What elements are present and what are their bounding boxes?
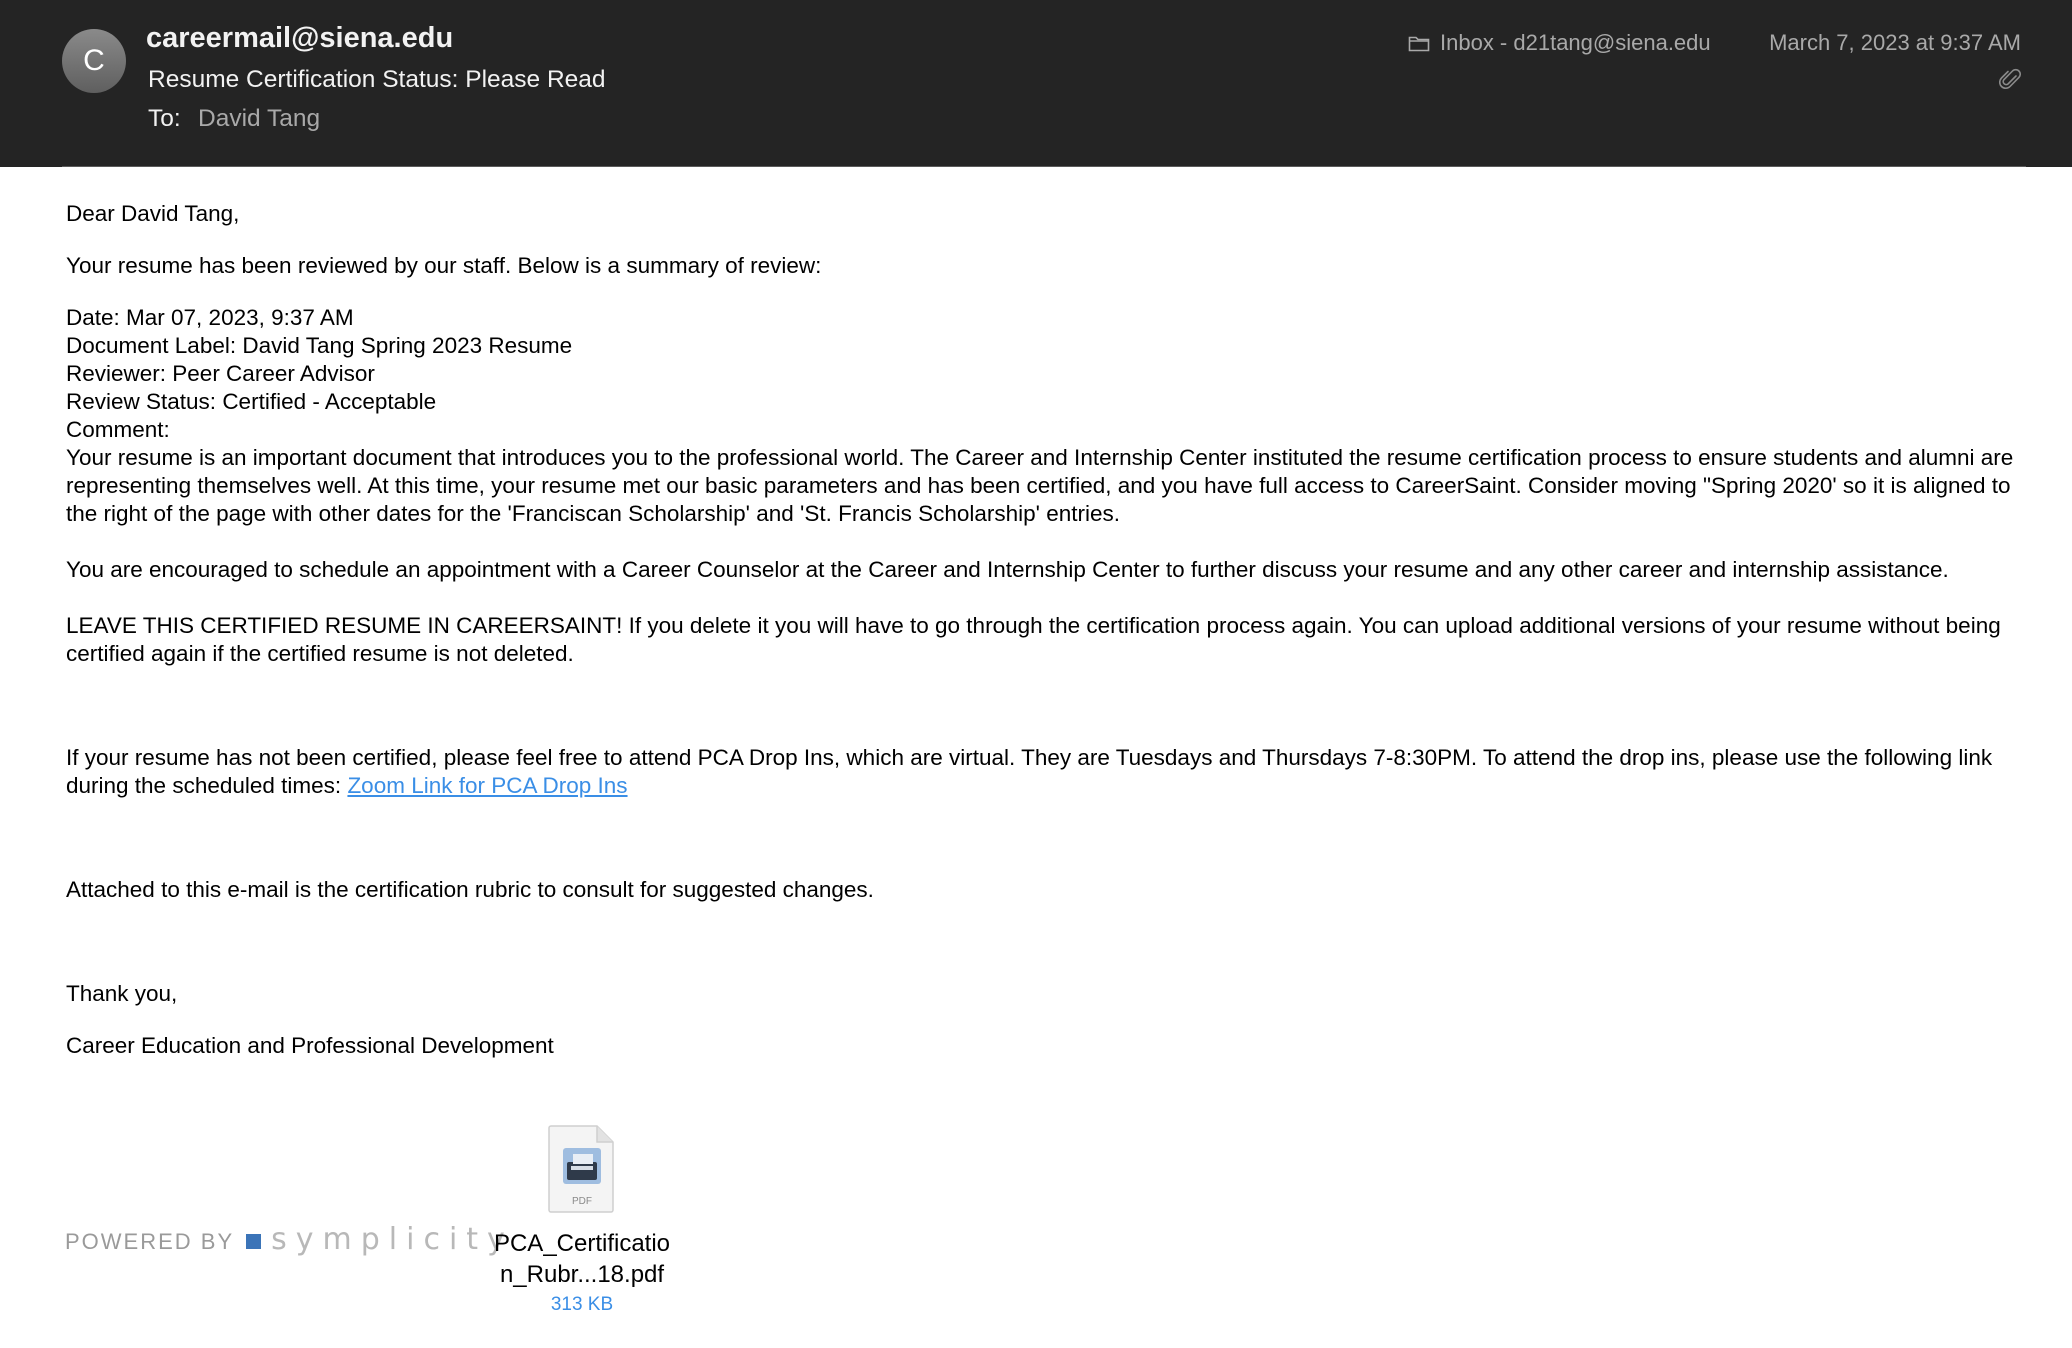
header-divider [62,166,2026,167]
attached-note: Attached to this e-mail is the certifica… [66,877,874,902]
mailbox-location[interactable]: Inbox - d21tang@siena.edu [1408,30,1711,56]
review-date: Date: Mar 07, 2023, 9:37 AM [66,305,354,330]
symplicity-logo-square [246,1234,262,1249]
attachment-filename-line1: PCA_Certificatio [493,1230,671,1257]
message-date: March 7, 2023 at 9:37 AM [1769,30,2021,55]
thanks: Thank you, [66,981,178,1006]
svg-text:PDF: PDF [572,1196,592,1207]
zoom-link[interactable]: Zoom Link for PCA Drop Ins [347,773,627,798]
document-label: Document Label: David Tang Spring 2023 R… [66,333,573,358]
recipient-name[interactable]: David Tang [198,105,320,133]
message-header: C careermail@siena.edu Resume Certificat… [0,0,2072,167]
attachment-pdf[interactable]: PDF PCA_Certificatio n_Rubr...18.pdf 313… [470,1124,694,1316]
avatar-initial: C [83,44,105,77]
attachment-filename: PCA_Certificatio n_Rubr...18.pdf [470,1228,694,1290]
powered-by-label: POWERED BY [65,1229,235,1254]
mailbox-label: Inbox - d21tang@siena.edu [1440,30,1711,55]
sender-address[interactable]: careermail@siena.edu [146,22,453,55]
message-body: Dear David Tang, Your resume has been re… [66,200,2026,1060]
powered-by-banner[interactable]: POWERED BY symplicity [65,1222,514,1257]
comment-text: Your resume is an important document tha… [66,445,2014,526]
review-status: Review Status: Certified - Acceptable [66,389,437,414]
greeting: Dear David Tang, [66,201,240,226]
dropins-paragraph: If your resume has not been certified, p… [66,744,2026,800]
leave-notice: LEAVE THIS CERTIFIED RESUME IN CAREERSAI… [66,613,2001,666]
attachment-filename-line2: n_Rubr...18.pdf [499,1261,665,1288]
intro-text: Your resume has been reviewed by our sta… [66,253,822,278]
encourage-text: You are encouraged to schedule an appoin… [66,557,1949,582]
paperclip-icon[interactable] [1999,68,2021,92]
reviewer: Reviewer: Peer Career Advisor [66,361,375,386]
sender-avatar[interactable]: C [62,29,126,93]
to-label: To: [148,105,181,132]
message-subject: Resume Certification Status: Please Read [148,66,606,93]
signature: Career Education and Professional Develo… [66,1033,554,1058]
comment-label: Comment: [66,417,170,442]
pdf-file-icon: PDF [548,1125,614,1213]
folder-icon [1408,36,1430,52]
attachment-size: 313 KB [550,1294,614,1315]
